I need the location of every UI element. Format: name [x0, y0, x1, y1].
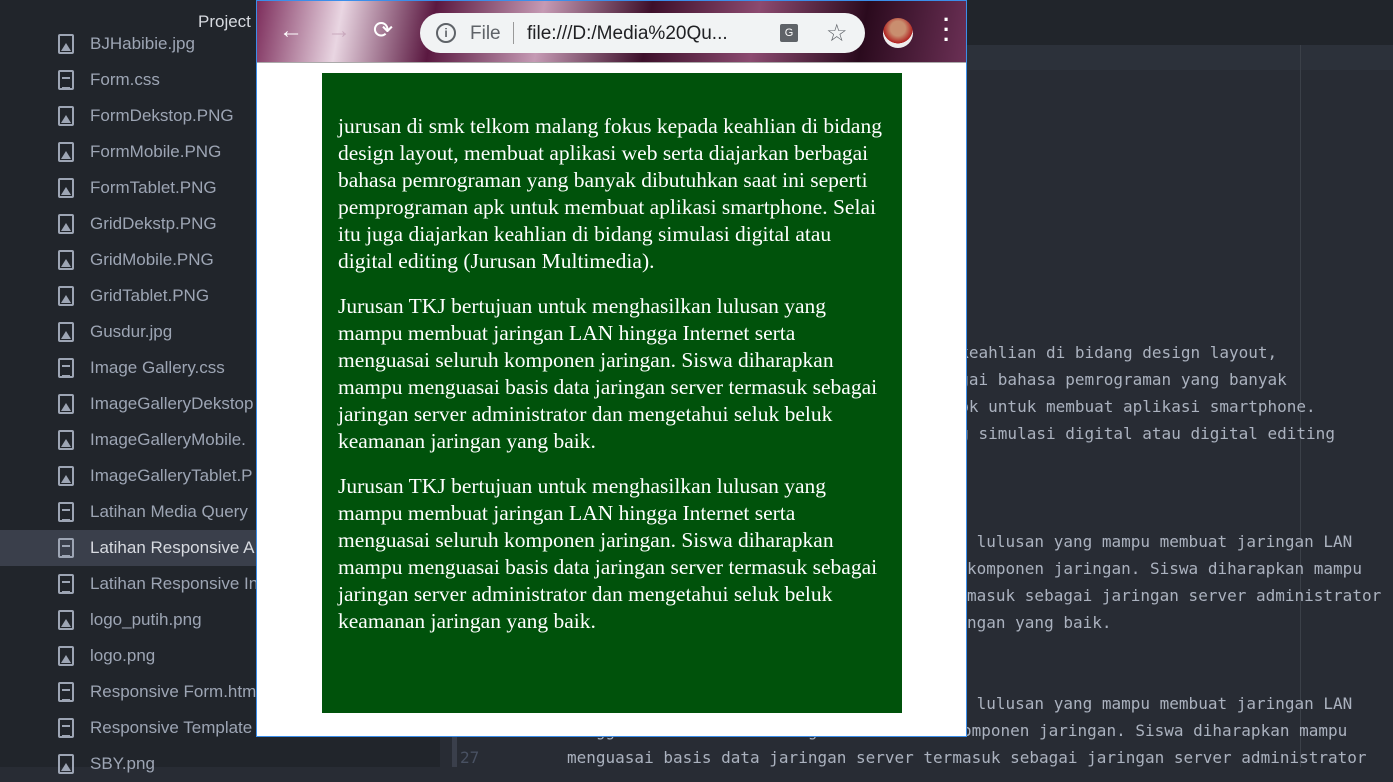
file-name: GridMobile.PNG: [90, 250, 214, 269]
image-file-icon: [58, 394, 74, 414]
paragraph-multimedia: jurusan di smk telkom malang fokus kepad…: [338, 114, 882, 273]
code-line: ngan yang baik.: [967, 613, 1112, 632]
paragraph-tkj-repeat: Jurusan TKJ bertujuan untuk menghasilkan…: [338, 474, 878, 633]
file-name: ImageGalleryMobile.: [90, 430, 246, 449]
file-name: Latihan Responsive In: [90, 574, 259, 593]
code-line: menguasai basis data jaringan server ter…: [567, 748, 1367, 767]
image-file-icon: [58, 250, 74, 270]
file-name: FormDekstop.PNG: [90, 106, 234, 125]
image-file-icon: [58, 178, 74, 198]
file-name: ImageGalleryDekstop: [90, 394, 254, 413]
image-file-icon: [58, 34, 74, 54]
bookmark-star-icon[interactable]: ☆: [826, 19, 848, 48]
code-line: masuk sebagai jaringan server administra…: [967, 586, 1382, 605]
forward-icon[interactable]: →: [327, 19, 351, 43]
file-item[interactable]: SBY.png: [0, 746, 440, 782]
code-line: komponen jaringan. Siswa diharapkan mamp…: [967, 559, 1362, 578]
info-icon[interactable]: i: [436, 23, 456, 43]
image-file-icon: [58, 214, 74, 234]
url-scheme-label: File: [470, 23, 501, 44]
code-line: bagai bahasa pemrograman yang banyak: [940, 370, 1287, 389]
file-name: FormTablet.PNG: [90, 178, 217, 197]
image-file-icon: [58, 142, 74, 162]
file-name: SBY.png: [90, 754, 155, 773]
code-line: apk untuk membuat aplikasi smartphone.: [940, 397, 1316, 416]
text-file-icon: [58, 538, 74, 558]
image-file-icon: [58, 322, 74, 342]
code-line: a keahlian di bidang design layout,: [940, 343, 1278, 362]
file-name: logo.png: [90, 646, 156, 665]
text-file-icon: [58, 718, 74, 738]
file-name: Responsive Template: [90, 718, 253, 737]
browser-window: ← → ⟳ i File file:///D:/Media%20Qu... G …: [256, 0, 967, 737]
text-file-icon: [58, 502, 74, 522]
code-line: ang simulasi digital atau digital editin…: [940, 424, 1335, 443]
image-file-icon: [58, 286, 74, 306]
image-file-icon: [58, 106, 74, 126]
file-name: Latihan Media Query: [90, 502, 248, 521]
image-file-icon: [58, 466, 74, 486]
paragraph-tkj: Jurusan TKJ bertujuan untuk menghasilkan…: [338, 294, 878, 453]
file-name: ImageGalleryTablet.P: [90, 466, 253, 485]
reload-icon[interactable]: ⟳: [373, 19, 393, 43]
file-name: BJHabibie.jpg: [90, 34, 195, 53]
text-file-icon: [58, 70, 74, 90]
file-name: FormMobile.PNG: [90, 142, 222, 161]
file-name: Form.css: [90, 70, 160, 89]
image-file-icon: [58, 754, 74, 774]
code-line: lulusan yang mampu membuat jaringan LAN: [967, 532, 1353, 551]
file-name: GridDekstp.PNG: [90, 214, 217, 233]
code-line: lulusan yang mampu membuat jaringan LAN: [967, 694, 1353, 713]
translate-icon[interactable]: G: [780, 24, 798, 42]
image-file-icon: [58, 646, 74, 666]
project-panel-title[interactable]: Project: [198, 12, 251, 32]
address-bar[interactable]: i File file:///D:/Media%20Qu... G ☆: [420, 13, 865, 53]
menu-kebab-icon[interactable]: · · ·: [943, 9, 950, 51]
content-box: jurusan di smk telkom malang fokus kepad…: [322, 73, 902, 713]
file-name: GridTablet.PNG: [90, 286, 210, 305]
file-name: logo_putih.png: [90, 610, 202, 629]
file-name: Gusdur.jpg: [90, 322, 173, 341]
image-file-icon: [58, 430, 74, 450]
text-file-icon: [58, 682, 74, 702]
profile-avatar[interactable]: [883, 18, 913, 48]
file-name: Latihan Responsive A: [90, 538, 255, 557]
text-file-icon: [58, 574, 74, 594]
image-file-icon: [58, 610, 74, 630]
back-icon[interactable]: ←: [279, 19, 303, 43]
url-text[interactable]: file:///D:/Media%20Qu...: [527, 23, 728, 45]
divider: [513, 22, 514, 44]
line-number: 27: [460, 748, 480, 767]
browser-toolbar: ← → ⟳ i File file:///D:/Media%20Qu... G …: [257, 1, 966, 63]
file-name: Image Gallery.css: [90, 358, 225, 377]
file-name: Responsive Form.htm: [90, 682, 257, 701]
text-file-icon: [58, 358, 74, 378]
